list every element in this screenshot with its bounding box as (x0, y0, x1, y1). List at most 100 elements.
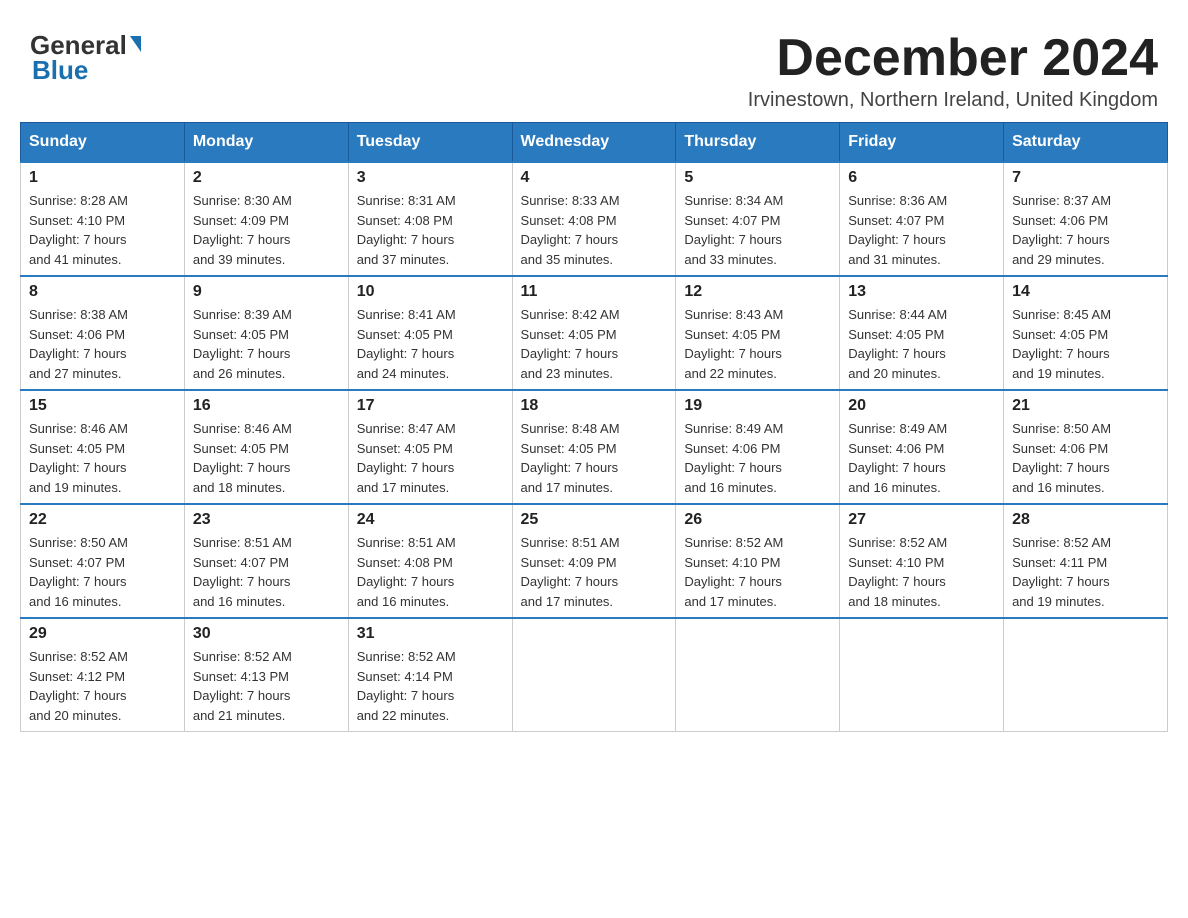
day-number: 24 (357, 511, 504, 529)
day-info: Sunrise: 8:52 AMSunset: 4:12 PMDaylight:… (29, 647, 176, 725)
day-number: 11 (521, 283, 668, 301)
day-number: 21 (1012, 397, 1159, 415)
table-row: 19Sunrise: 8:49 AMSunset: 4:06 PMDayligh… (676, 390, 840, 504)
calendar-week-row: 22 Sunrise: 8:50 AMSunset: 4:07 PMDayligh… (21, 504, 1168, 618)
day-info: Sunrise: 8:50 AMSunset: 4:07 PMDaylight:… (29, 533, 176, 611)
logo: General Blue (30, 30, 141, 86)
day-info: Sunrise: 8:46 AMSunset: 4:05 PMDaylight:… (193, 419, 340, 497)
day-info: Sunrise: 8:52 AMSunset: 4:13 PMDaylight:… (193, 647, 340, 725)
empty-cell (676, 618, 840, 732)
calendar-table: Sunday Monday Tuesday Wednesday Thursday… (20, 122, 1168, 732)
day-info: Sunrise: 8:43 AMSunset: 4:05 PMDaylight:… (684, 305, 831, 383)
day-number: 14 (1012, 283, 1159, 301)
day-info: Sunrise: 8:52 AMSunset: 4:11 PMDaylight:… (1012, 533, 1159, 611)
calendar-week-row: 1 Sunrise: 8:28 AMSunset: 4:10 PMDaylight… (21, 162, 1168, 276)
header-sunday: Sunday (21, 123, 185, 163)
table-row: 14 Sunrise: 8:45 AMSunset: 4:05 PMDayligh… (1004, 276, 1168, 390)
day-number: 30 (193, 625, 340, 643)
day-number: 28 (1012, 511, 1159, 529)
calendar-week-row: 15 Sunrise: 8:46 AMSunset: 4:05 PMDayligh… (21, 390, 1168, 504)
table-row: 22 Sunrise: 8:50 AMSunset: 4:07 PMDayligh… (21, 504, 185, 618)
day-number: 15 (29, 397, 176, 415)
day-number: 8 (29, 283, 176, 301)
table-row: 29 Sunrise: 8:52 AMSunset: 4:12 PMDayligh… (21, 618, 185, 732)
day-number: 29 (29, 625, 176, 643)
day-number: 4 (521, 169, 668, 187)
logo-blue-text: Blue (32, 55, 88, 86)
empty-cell (512, 618, 676, 732)
day-number: 10 (357, 283, 504, 301)
header-monday: Monday (184, 123, 348, 163)
day-info: Sunrise: 8:52 AMSunset: 4:10 PMDaylight:… (684, 533, 831, 611)
month-title: December 2024 (748, 30, 1158, 87)
header-wednesday: Wednesday (512, 123, 676, 163)
table-row: 13 Sunrise: 8:44 AMSunset: 4:05 PMDayligh… (840, 276, 1004, 390)
header-thursday: Thursday (676, 123, 840, 163)
table-row: 11 Sunrise: 8:42 AMSunset: 4:05 PMDayligh… (512, 276, 676, 390)
day-info: Sunrise: 8:51 AMSunset: 4:09 PMDaylight:… (521, 533, 668, 611)
logo-triangle-icon (130, 36, 141, 52)
day-number: 18 (521, 397, 668, 415)
day-info: Sunrise: 8:37 AMSunset: 4:06 PMDaylight:… (1012, 191, 1159, 269)
day-info: Sunrise: 8:46 AMSunset: 4:05 PMDaylight:… (29, 419, 176, 497)
table-row: 15 Sunrise: 8:46 AMSunset: 4:05 PMDayligh… (21, 390, 185, 504)
day-info: Sunrise: 8:52 AMSunset: 4:10 PMDaylight:… (848, 533, 995, 611)
day-info: Sunrise: 8:50 AMSunset: 4:06 PMDaylight:… (1012, 419, 1159, 497)
day-info: Sunrise: 8:28 AMSunset: 4:10 PMDaylight:… (29, 191, 176, 269)
day-info: Sunrise: 8:34 AMSunset: 4:07 PMDaylight:… (684, 191, 831, 269)
day-number: 6 (848, 169, 995, 187)
table-row: 25 Sunrise: 8:51 AMSunset: 4:09 PMDayligh… (512, 504, 676, 618)
day-number: 22 (29, 511, 176, 529)
table-row: 28 Sunrise: 8:52 AMSunset: 4:11 PMDayligh… (1004, 504, 1168, 618)
day-number: 16 (193, 397, 340, 415)
day-info: Sunrise: 8:42 AMSunset: 4:05 PMDaylight:… (521, 305, 668, 383)
day-info: Sunrise: 8:44 AMSunset: 4:05 PMDaylight:… (848, 305, 995, 383)
table-row: 6 Sunrise: 8:36 AMSunset: 4:07 PMDaylight… (840, 162, 1004, 276)
day-info: Sunrise: 8:51 AMSunset: 4:08 PMDaylight:… (357, 533, 504, 611)
day-number: 3 (357, 169, 504, 187)
day-info: Sunrise: 8:49 AMSunset: 4:06 PMDaylight:… (848, 419, 995, 497)
day-info: Sunrise: 8:49 AMSunset: 4:06 PMDaylight:… (684, 419, 831, 497)
page-header: General Blue December 2024 Irvinestown, … (20, 20, 1168, 112)
day-info: Sunrise: 8:30 AMSunset: 4:09 PMDaylight:… (193, 191, 340, 269)
table-row: 10 Sunrise: 8:41 AMSunset: 4:05 PMDayligh… (348, 276, 512, 390)
calendar-week-row: 8 Sunrise: 8:38 AMSunset: 4:06 PMDaylight… (21, 276, 1168, 390)
table-row: 12 Sunrise: 8:43 AMSunset: 4:05 PMDayligh… (676, 276, 840, 390)
table-row: 23 Sunrise: 8:51 AMSunset: 4:07 PMDayligh… (184, 504, 348, 618)
day-number: 26 (684, 511, 831, 529)
table-row: 21 Sunrise: 8:50 AMSunset: 4:06 PMDayligh… (1004, 390, 1168, 504)
table-row: 3Sunrise: 8:31 AMSunset: 4:08 PMDaylight… (348, 162, 512, 276)
day-number: 23 (193, 511, 340, 529)
day-number: 17 (357, 397, 504, 415)
empty-cell (1004, 618, 1168, 732)
day-info: Sunrise: 8:39 AMSunset: 4:05 PMDaylight:… (193, 305, 340, 383)
table-row: 27Sunrise: 8:52 AMSunset: 4:10 PMDayligh… (840, 504, 1004, 618)
day-info: Sunrise: 8:48 AMSunset: 4:05 PMDaylight:… (521, 419, 668, 497)
table-row: 31Sunrise: 8:52 AMSunset: 4:14 PMDayligh… (348, 618, 512, 732)
day-number: 1 (29, 169, 176, 187)
calendar-week-row: 29 Sunrise: 8:52 AMSunset: 4:12 PMDayligh… (21, 618, 1168, 732)
location-subtitle: Irvinestown, Northern Ireland, United Ki… (748, 89, 1158, 112)
day-info: Sunrise: 8:36 AMSunset: 4:07 PMDaylight:… (848, 191, 995, 269)
day-info: Sunrise: 8:33 AMSunset: 4:08 PMDaylight:… (521, 191, 668, 269)
day-info: Sunrise: 8:38 AMSunset: 4:06 PMDaylight:… (29, 305, 176, 383)
table-row: 30 Sunrise: 8:52 AMSunset: 4:13 PMDayligh… (184, 618, 348, 732)
day-info: Sunrise: 8:51 AMSunset: 4:07 PMDaylight:… (193, 533, 340, 611)
header-tuesday: Tuesday (348, 123, 512, 163)
title-block: December 2024 Irvinestown, Northern Irel… (748, 30, 1158, 112)
day-number: 25 (521, 511, 668, 529)
day-number: 7 (1012, 169, 1159, 187)
table-row: 24 Sunrise: 8:51 AMSunset: 4:08 PMDayligh… (348, 504, 512, 618)
day-number: 20 (848, 397, 995, 415)
day-info: Sunrise: 8:45 AMSunset: 4:05 PMDaylight:… (1012, 305, 1159, 383)
empty-cell (840, 618, 1004, 732)
day-number: 31 (357, 625, 504, 643)
table-row: 16 Sunrise: 8:46 AMSunset: 4:05 PMDayligh… (184, 390, 348, 504)
day-info: Sunrise: 8:41 AMSunset: 4:05 PMDaylight:… (357, 305, 504, 383)
day-number: 12 (684, 283, 831, 301)
day-number: 9 (193, 283, 340, 301)
table-row: 5Sunrise: 8:34 AMSunset: 4:07 PMDaylight… (676, 162, 840, 276)
table-row: 20 Sunrise: 8:49 AMSunset: 4:06 PMDayligh… (840, 390, 1004, 504)
day-number: 13 (848, 283, 995, 301)
calendar-header-row: Sunday Monday Tuesday Wednesday Thursday… (21, 123, 1168, 163)
